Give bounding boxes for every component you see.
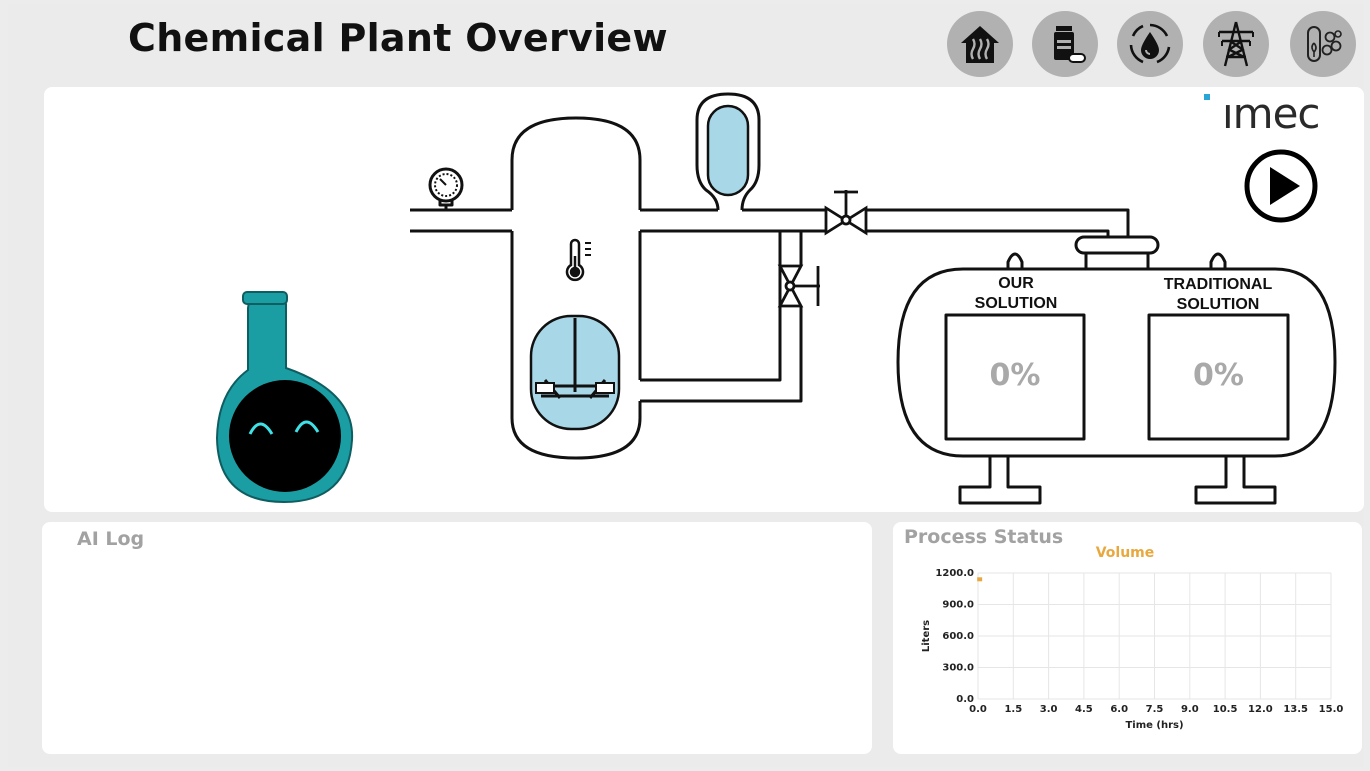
our-solution-label: OUR SOLUTION: [974, 275, 1058, 312]
x-tick-label: 10.5: [1213, 704, 1238, 715]
y-tick-label: 300.0: [942, 663, 974, 674]
inlet-pipe: [410, 208, 512, 233]
x-tick-label: 1.5: [1004, 704, 1022, 715]
y-tick-label: 600.0: [942, 631, 974, 642]
x-tick-label: 4.5: [1075, 704, 1093, 715]
imec-logo: ımec: [1222, 89, 1321, 138]
agitator: [529, 314, 621, 431]
play-icon: [1244, 149, 1318, 223]
x-tick-label: 7.5: [1146, 704, 1164, 715]
y-tick-label: 900.0: [942, 600, 974, 611]
traditional-solution-value: 0%: [1193, 358, 1244, 393]
side-valve-icon: [777, 264, 820, 308]
chart-title: Volume: [1095, 545, 1155, 561]
data-point: [977, 577, 983, 582]
thermometer-icon: [565, 238, 591, 282]
ai-log-panel: [42, 522, 872, 754]
y-tick-label: 1200.0: [935, 568, 974, 579]
x-tick-label: 13.5: [1283, 704, 1308, 715]
x-tick-label: 15.0: [1319, 704, 1344, 715]
ai-log-heading: AI Log: [77, 528, 145, 550]
volume-chart: 0.0 1.5 3.0 4.5 6.0 7.5 9.0 10.5 12.0 13.5 15.0 0.0…: [921, 568, 1344, 731]
top-valve-icon: [824, 190, 868, 236]
x-tick-label: 0.0: [969, 704, 987, 715]
x-tick-label: 3.0: [1040, 704, 1058, 715]
y-axis-label: Liters: [921, 620, 932, 652]
pressure-gauge-icon: [428, 167, 464, 203]
traditional-solution-label: TRADITIONAL SOLUTION: [1163, 276, 1273, 313]
x-tick-label: 12.0: [1248, 704, 1273, 715]
process-status-heading: Process Status: [904, 526, 1064, 548]
play-button[interactable]: [1244, 149, 1318, 223]
x-tick-label: 6.0: [1110, 704, 1128, 715]
y-tick-label: 0.0: [956, 694, 974, 705]
plant-diagram: [215, 92, 1337, 505]
our-solution-value: 0%: [989, 358, 1041, 393]
x-tick-label: 9.0: [1181, 704, 1199, 715]
x-axis-label: Time (hrs): [1125, 720, 1183, 731]
flask-mascot: [215, 290, 354, 504]
logo-dot: [1204, 94, 1210, 100]
